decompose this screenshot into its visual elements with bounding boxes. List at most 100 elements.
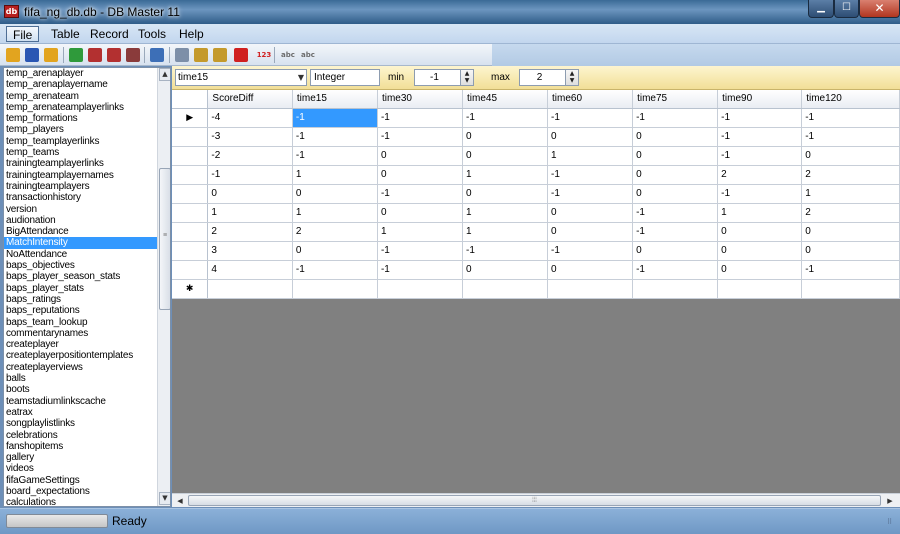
grid-cell[interactable]: -1 [632, 260, 719, 280]
menu-table[interactable]: Table [45, 26, 86, 42]
column-header-time60[interactable]: time60 [547, 90, 634, 109]
table-list-item[interactable]: board_expectations [4, 486, 157, 497]
table-list-item[interactable]: baps_player_stats [4, 283, 157, 294]
new-row[interactable]: ✱ [172, 279, 900, 299]
grid-cell[interactable] [801, 279, 900, 299]
row-header[interactable] [172, 184, 209, 204]
grid-cell[interactable]: 2 [292, 222, 378, 242]
table-list-item[interactable]: baps_ratings [4, 294, 157, 305]
table-list-item[interactable]: temp_arenaplayername [4, 79, 157, 90]
grid-cell[interactable]: -1 [632, 203, 719, 223]
grid-cell[interactable]: 1 [462, 165, 549, 185]
scroll-up-icon[interactable]: ▲ [159, 68, 170, 81]
delete-icon[interactable] [234, 48, 248, 62]
table-row[interactable]: -3 -1 -1 0 0 0 -1 -1 [172, 127, 900, 147]
grid-cell[interactable]: 2 [207, 222, 293, 242]
grid-cell[interactable]: -1 [292, 146, 378, 166]
table-list-item[interactable]: transactionhistory [4, 192, 157, 203]
grid-cell[interactable]: 1 [462, 222, 549, 242]
grid-cell[interactable]: 1 [207, 203, 293, 223]
grid-cell[interactable]: 0 [292, 184, 378, 204]
row-header[interactable] [172, 222, 209, 242]
grid-cell[interactable]: 2 [801, 165, 900, 185]
grid-cell[interactable]: 1 [801, 184, 900, 204]
table-list-item[interactable]: gallery [4, 452, 157, 463]
table-row[interactable]: -1 1 0 1 -1 0 2 2 [172, 165, 900, 185]
grid-cell[interactable]: 3 [207, 241, 293, 261]
table-list-item[interactable]: balls [4, 373, 157, 384]
grid-cell[interactable]: -1 [292, 108, 378, 128]
grid-cell[interactable]: 0 [632, 184, 719, 204]
grid-cell[interactable]: -1 [292, 260, 378, 280]
table-list-item[interactable]: audionation [4, 215, 157, 226]
new-row-icon[interactable]: ✱ [172, 279, 209, 299]
table-list-item[interactable]: baps_reputations [4, 305, 157, 316]
grid-cell[interactable]: 0 [632, 127, 719, 147]
folder-icon[interactable] [44, 48, 58, 62]
grid-cell[interactable]: 0 [801, 241, 900, 261]
grid-corner[interactable] [172, 90, 209, 109]
grid-cell[interactable]: 0 [462, 146, 549, 166]
grid-cell[interactable]: 0 [632, 165, 719, 185]
table-list-item[interactable]: eatrax [4, 407, 157, 418]
table-list-item[interactable]: temp_arenaplayer [4, 68, 157, 79]
grid-cell[interactable]: 0 [377, 165, 463, 185]
table-row[interactable]: -2 -1 0 0 1 0 -1 0 [172, 146, 900, 166]
scroll-down-icon[interactable]: ▼ [159, 492, 170, 505]
replace-text-icon[interactable]: abc [299, 48, 317, 62]
grid-cell[interactable]: -1 [377, 108, 463, 128]
grid-cell[interactable]: 0 [717, 241, 803, 261]
column-header-time90[interactable]: time90 [717, 90, 803, 109]
current-row-icon[interactable]: ▶ [172, 108, 209, 128]
paste-icon[interactable] [194, 48, 208, 62]
grid-cell[interactable]: 0 [292, 241, 378, 261]
min-input[interactable]: -1 [414, 69, 461, 86]
grid-cell[interactable]: 0 [717, 222, 803, 242]
grid-cell[interactable]: -1 [632, 108, 719, 128]
grid-cell[interactable]: -1 [717, 146, 803, 166]
table-list-item[interactable]: temp_players [4, 124, 157, 135]
scroll-left-icon[interactable]: ◀ [174, 495, 186, 507]
row-header[interactable] [172, 146, 209, 166]
grid-cell[interactable]: 2 [717, 165, 803, 185]
chevron-down-icon[interactable]: ▼ [298, 70, 304, 85]
grid-cell[interactable]: -1 [632, 222, 719, 242]
max-input[interactable]: 2 [519, 69, 566, 86]
scroll-right-icon[interactable]: ▶ [884, 495, 896, 507]
grid-cell[interactable]: 0 [207, 184, 293, 204]
table-row[interactable]: ▶ -4 -1 -1 -1 -1 -1 -1 -1 [172, 108, 900, 128]
table-list-item[interactable]: teamstadiumlinkscache [4, 396, 157, 407]
copy-icon[interactable] [175, 48, 189, 62]
paste-special-icon[interactable] [213, 48, 227, 62]
table-list-item[interactable]: videos [4, 463, 157, 474]
column-header-time30[interactable]: time30 [377, 90, 463, 109]
grid-cell[interactable]: -1 [801, 127, 900, 147]
table-list-item[interactable]: baps_objectives [4, 260, 157, 271]
export-all-icon[interactable] [107, 48, 121, 62]
max-spinner[interactable]: ▲ ▼ [565, 69, 579, 86]
table-list-item[interactable]: createplayerviews [4, 362, 157, 373]
export-icon[interactable] [88, 48, 102, 62]
column-header-time120[interactable]: time120 [801, 90, 900, 109]
grid-cell[interactable]: 0 [801, 222, 900, 242]
grid-cell[interactable]: -4 [207, 108, 293, 128]
grid-cell[interactable]: 0 [632, 146, 719, 166]
grid-cell[interactable]: -1 [377, 127, 463, 147]
table-row[interactable]: 0 0 -1 0 -1 0 -1 1 [172, 184, 900, 204]
table-list-item[interactable]: boots [4, 384, 157, 395]
grid-cell[interactable]: 0 [632, 241, 719, 261]
menu-tools[interactable]: Tools [132, 26, 172, 42]
grid-cell[interactable]: -1 [547, 184, 634, 204]
column-header-time75[interactable]: time75 [632, 90, 719, 109]
table-list-item[interactable]: temp_arenateamplayerlinks [4, 102, 157, 113]
table-list-item[interactable]: BigAttendance [4, 226, 157, 237]
grid-cell[interactable]: -2 [207, 146, 293, 166]
table-list-item[interactable]: trainingteamplayernames [4, 170, 157, 181]
grid-cell[interactable] [207, 279, 293, 299]
grid-cell[interactable] [292, 279, 378, 299]
grid-cell[interactable]: -1 [292, 127, 378, 147]
grid-cell[interactable]: 0 [377, 146, 463, 166]
grid-cell[interactable]: 0 [717, 260, 803, 280]
table-list-item[interactable]: songplaylistlinks [4, 418, 157, 429]
table-list-scrollbar[interactable]: ▲ ≡ ▼ [157, 68, 170, 506]
